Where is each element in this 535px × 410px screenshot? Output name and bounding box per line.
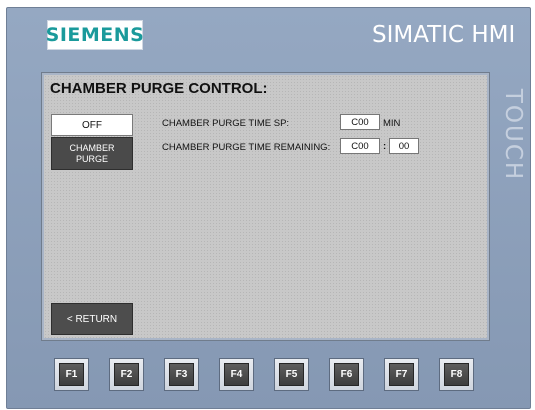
purge-time-remaining-sec-field[interactable]: 00 [389,138,419,154]
function-key-f8[interactable]: F8 [439,358,474,391]
function-key-f5[interactable]: F5 [274,358,309,391]
time-separator: : [383,141,387,152]
off-button[interactable]: OFF [51,114,133,136]
f6-label: F6 [334,363,359,386]
f1-label: F1 [59,363,84,386]
function-key-f2[interactable]: F2 [109,358,144,391]
brand-text: SIEMENS [45,24,145,46]
purge-time-sp-field[interactable]: C00 [340,114,380,130]
f3-label: F3 [169,363,194,386]
purge-time-sp-label: CHAMBER PURGE TIME SP: [162,118,290,129]
siemens-logo: SIEMENS [45,20,145,50]
return-button[interactable]: < RETURN [51,303,133,335]
f4-label: F4 [224,363,249,386]
function-key-f4[interactable]: F4 [219,358,254,391]
touch-text: TOUCH [500,88,526,182]
touch-side-label: TOUCH [493,78,533,198]
chamber-purge-label-line2: PURGE [75,153,108,164]
function-key-f3[interactable]: F3 [164,358,199,391]
f7-label: F7 [389,363,414,386]
f2-label: F2 [114,363,139,386]
model-label: SIMATIC HMI [372,22,516,48]
hmi-screen: CHAMBER PURGE CONTROL: OFF CHAMBER PURGE… [41,72,490,341]
screen-title: CHAMBER PURGE CONTROL: [50,80,268,97]
f5-label: F5 [279,363,304,386]
function-key-f6[interactable]: F6 [329,358,364,391]
chamber-purge-label-line1: CHAMBER [69,142,115,153]
function-key-f1[interactable]: F1 [54,358,89,391]
purge-time-remaining-min-field[interactable]: C00 [340,138,380,154]
function-key-f7[interactable]: F7 [384,358,419,391]
purge-time-remaining-label: CHAMBER PURGE TIME REMAINING: [162,142,331,153]
purge-time-sp-unit: MIN [383,118,401,129]
f8-label: F8 [444,363,469,386]
chamber-purge-button[interactable]: CHAMBER PURGE [51,137,133,170]
